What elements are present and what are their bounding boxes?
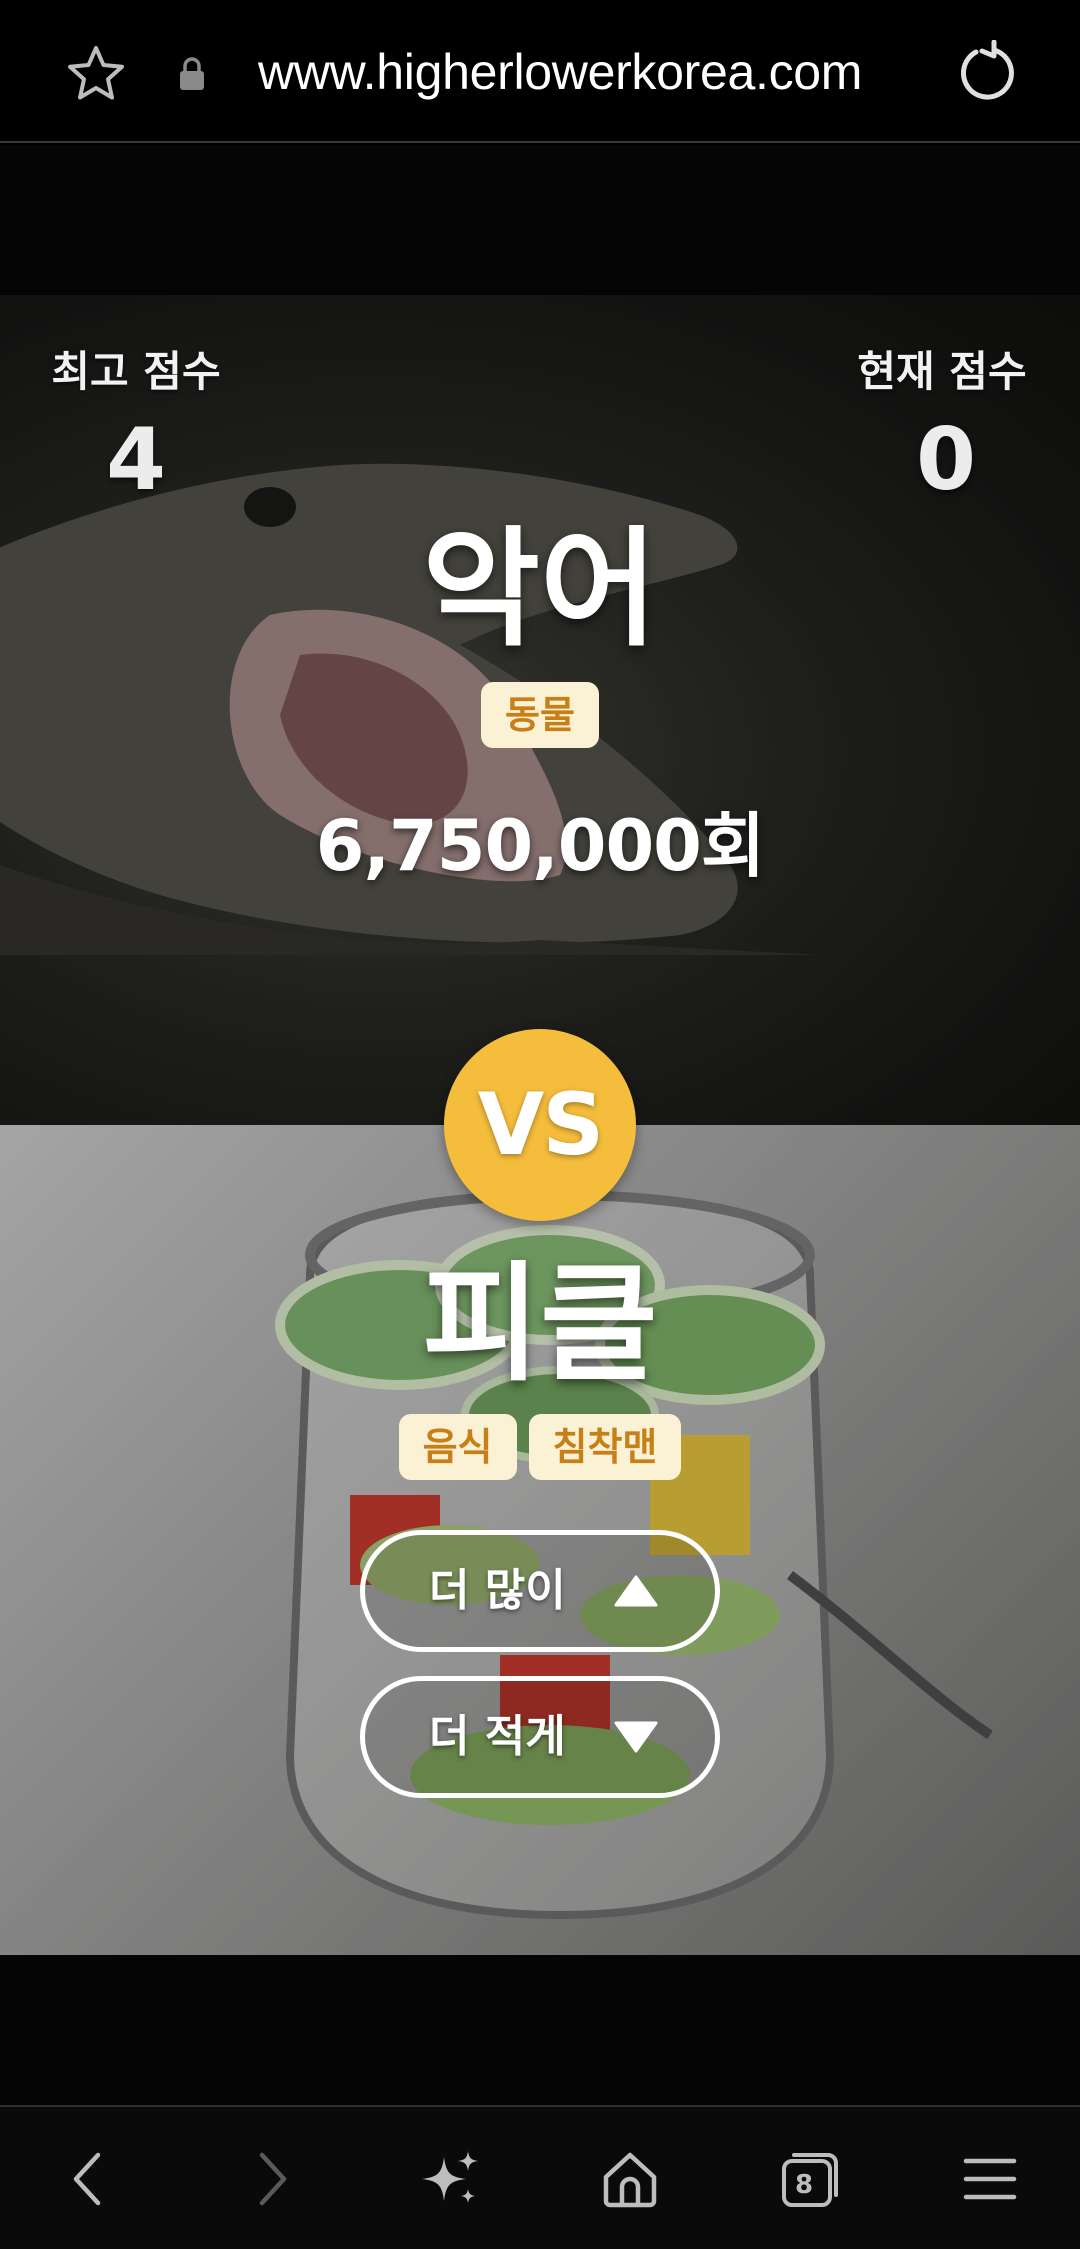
forward-icon[interactable] [240, 2147, 304, 2211]
lower-button-label: 더 적게 [429, 1711, 566, 1762]
top-item-name: 악어 [422, 515, 658, 664]
triangle-up-icon [613, 1573, 659, 1609]
page-top-spacer [0, 145, 1080, 295]
best-score-value: 4 [106, 410, 166, 510]
higher-button-label: 더 많이 [429, 1565, 566, 1616]
top-item-count: 6,750,000회 [315, 805, 766, 887]
page-bottom-spacer [0, 1955, 1080, 2105]
address-bar-url[interactable]: www.higherlowerkorea.com [258, 40, 918, 104]
higher-button[interactable]: 더 많이 [360, 1530, 720, 1652]
star-icon[interactable] [64, 42, 128, 106]
category-tag: 침착맨 [528, 1414, 682, 1480]
vs-badge: VS [444, 1029, 636, 1221]
triangle-down-icon [613, 1719, 659, 1755]
browser-navbar: 8 [0, 2105, 1080, 2249]
bottom-item-name: 피클 [422, 1250, 658, 1399]
tabs-icon[interactable]: 8 [778, 2147, 842, 2211]
sparkle-icon[interactable] [418, 2147, 482, 2211]
browser-toolbar: www.higherlowerkorea.com [0, 0, 1080, 143]
reload-icon[interactable] [954, 39, 1018, 104]
current-score-label: 현재 점수 [857, 347, 1027, 396]
category-tag: 음식 [398, 1414, 517, 1480]
top-item-tags: 동물 [240, 682, 840, 748]
lock-icon [176, 56, 208, 92]
tab-count: 8 [794, 2170, 814, 2200]
category-tag: 동물 [481, 682, 599, 748]
back-icon[interactable] [56, 2147, 120, 2211]
bottom-item-tags: 음식 침착맨 [240, 1414, 840, 1480]
best-score-label: 최고 점수 [51, 347, 221, 396]
current-score-value: 0 [916, 410, 976, 510]
home-icon[interactable] [598, 2147, 662, 2211]
lower-button[interactable]: 더 적게 [360, 1676, 720, 1798]
menu-icon[interactable] [958, 2147, 1022, 2211]
